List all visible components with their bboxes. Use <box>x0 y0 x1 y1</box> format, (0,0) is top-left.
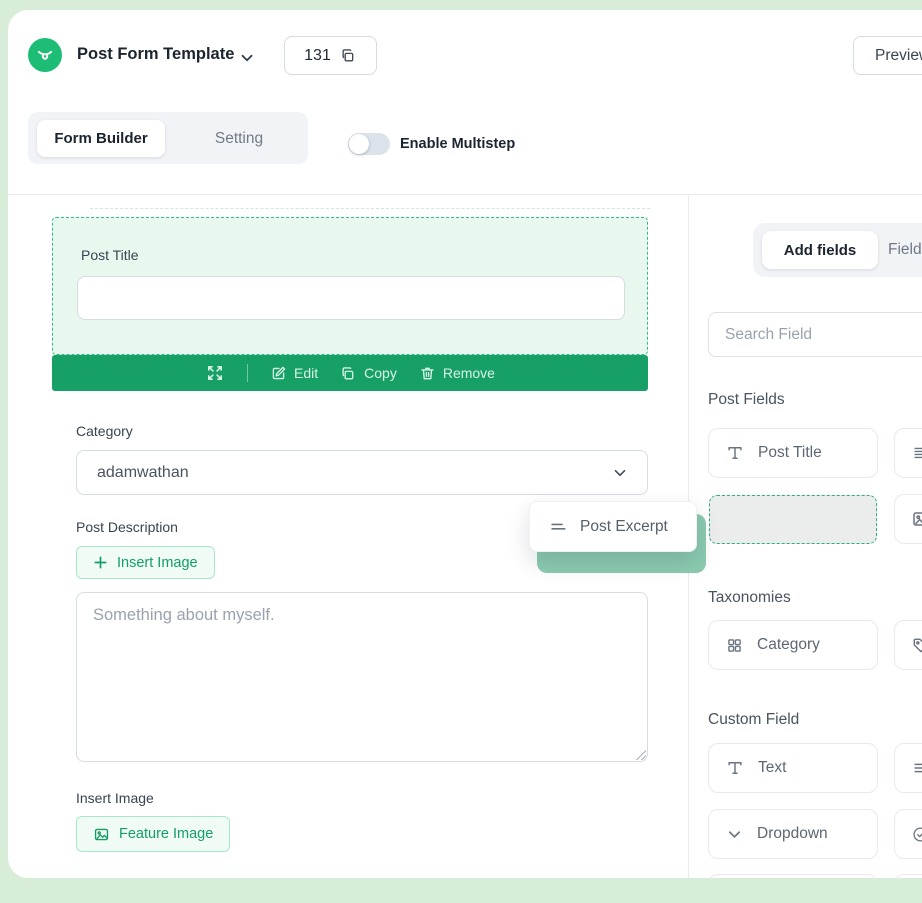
image-icon <box>911 509 922 529</box>
field-action-toolbar: Edit Copy Remove <box>52 355 648 391</box>
post-title-field-block[interactable]: Post Title <box>52 217 648 355</box>
field-card-tag[interactable] <box>894 620 922 670</box>
chevron-down-icon <box>725 825 744 844</box>
grid-icon <box>725 636 744 655</box>
section-post-fields: Post Fields <box>708 391 785 409</box>
post-id-badge[interactable]: 131 <box>284 36 377 75</box>
remove-field-button[interactable]: Remove <box>419 365 495 382</box>
app-panel: Post Form Template 131 Preview Form Buil… <box>8 10 922 878</box>
tab-add-fields[interactable]: Add fields <box>762 231 878 269</box>
paragraph-lines-icon <box>911 443 922 463</box>
field-card-featured-image[interactable] <box>894 494 922 544</box>
field-card-label: Category <box>757 636 820 654</box>
main-tab-bar: Form Builder Setting <box>28 112 308 164</box>
preview-button[interactable]: Preview <box>853 36 922 75</box>
field-card-text[interactable]: Text <box>708 743 878 793</box>
dragged-card-label: Post Excerpt <box>580 518 668 536</box>
drag-source-placeholder <box>709 495 877 544</box>
post-title-input[interactable] <box>77 276 625 320</box>
remove-label: Remove <box>443 365 495 381</box>
category-selected-value: adamwathan <box>97 464 611 482</box>
copy-field-button[interactable]: Copy <box>340 365 397 382</box>
insert-image-label: Insert Image <box>76 790 154 806</box>
feature-image-button[interactable]: Feature Image <box>76 816 230 852</box>
edit-field-button[interactable]: Edit <box>270 365 318 382</box>
copy-id-icon[interactable] <box>340 47 357 64</box>
select-chevron-down-icon <box>611 464 629 482</box>
insert-image-button-label: Insert Image <box>117 555 198 571</box>
dragged-field-card-post-excerpt[interactable]: Post Excerpt <box>529 501 697 552</box>
field-card-textarea[interactable] <box>894 743 922 793</box>
post-description-textarea[interactable] <box>76 592 648 762</box>
plus-icon <box>93 555 108 570</box>
field-card-post-content[interactable] <box>894 428 922 478</box>
form-title: Post Form Template <box>77 45 234 64</box>
post-description-label: Post Description <box>76 519 178 535</box>
edit-pencil-icon <box>270 365 287 382</box>
toggle-knob <box>349 134 369 154</box>
copy-label: Copy <box>364 365 397 381</box>
field-card-partial[interactable] <box>708 874 878 878</box>
copy-icon <box>340 365 357 382</box>
drop-indicator-line <box>90 208 650 209</box>
title-chevron-down-icon[interactable] <box>238 49 256 67</box>
tag-icon <box>911 636 922 655</box>
typography-icon <box>725 758 745 778</box>
typography-icon <box>725 443 745 463</box>
field-card-partial[interactable] <box>894 874 922 878</box>
category-label: Category <box>76 423 133 439</box>
field-card-post-title[interactable]: Post Title <box>708 428 878 478</box>
search-field-input[interactable] <box>708 312 922 357</box>
category-select[interactable]: adamwathan <box>76 450 648 495</box>
multistep-label: Enable Multistep <box>400 136 515 152</box>
field-card-category[interactable]: Category <box>708 620 878 670</box>
expand-icon[interactable] <box>205 363 225 383</box>
field-card-label: Text <box>758 759 786 777</box>
insert-image-button[interactable]: Insert Image <box>76 546 215 579</box>
toolbar-separator <box>247 364 248 382</box>
check-circle-icon <box>911 825 922 844</box>
logo-bird-icon <box>34 44 56 66</box>
field-card-dropdown[interactable]: Dropdown <box>708 809 878 859</box>
header-divider <box>8 194 922 195</box>
tab-field-options[interactable]: Field Options <box>888 231 922 269</box>
post-id-value: 131 <box>304 47 331 65</box>
tab-setting[interactable]: Setting <box>178 120 300 157</box>
sidebar-tab-bar: Add fields Field Options <box>753 223 922 277</box>
field-card-radio[interactable] <box>894 809 922 859</box>
field-card-label: Dropdown <box>757 825 828 843</box>
align-left-icon <box>548 517 568 537</box>
feature-image-button-label: Feature Image <box>119 826 213 842</box>
tab-form-builder[interactable]: Form Builder <box>37 120 165 157</box>
section-taxonomies: Taxonomies <box>708 589 791 607</box>
field-card-label: Post Title <box>758 444 822 462</box>
section-custom-field: Custom Field <box>708 711 799 729</box>
page-background: Post Form Template 131 Preview Form Buil… <box>0 0 922 903</box>
image-icon <box>93 826 110 843</box>
align-left-icon <box>911 758 922 778</box>
app-logo <box>28 38 62 72</box>
trash-icon <box>419 365 436 382</box>
edit-label: Edit <box>294 365 318 381</box>
post-title-field-label: Post Title <box>81 247 139 263</box>
multistep-toggle[interactable] <box>348 133 390 155</box>
